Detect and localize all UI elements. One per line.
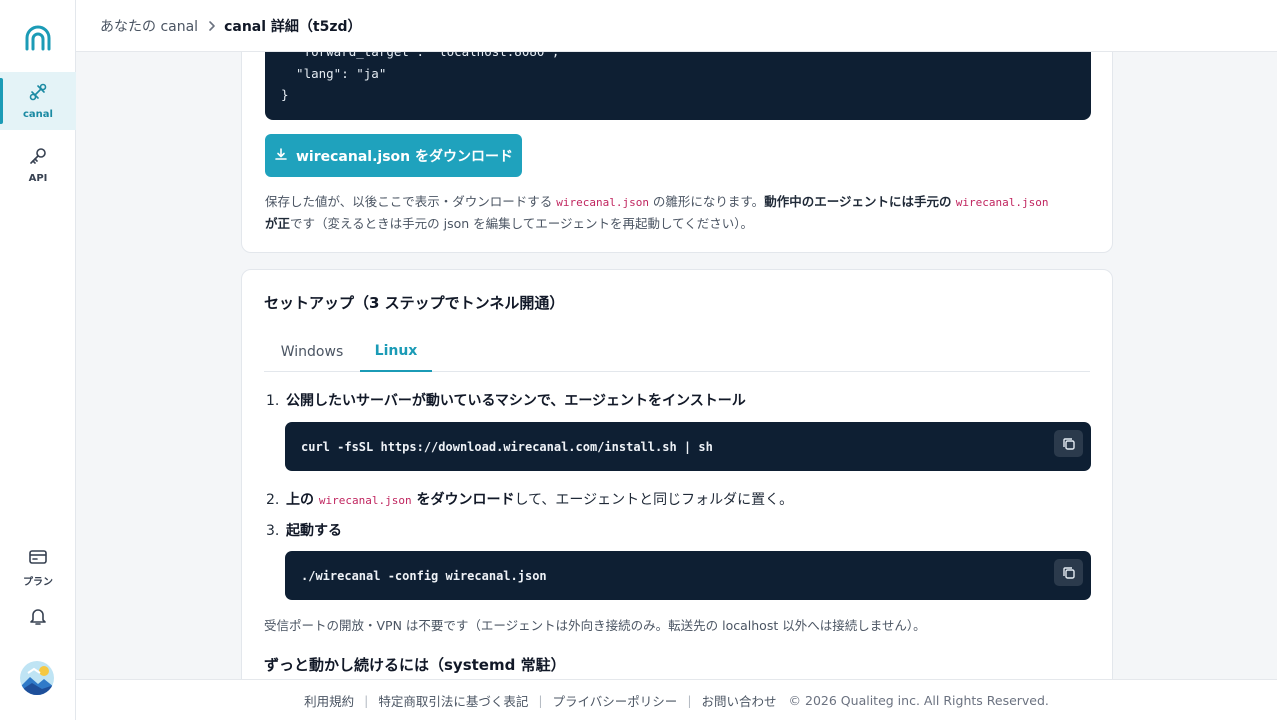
inline-filename: wirecanal.json xyxy=(556,196,649,209)
copy-icon xyxy=(1062,566,1075,579)
step-text: して、エージェントと同じフォルダに置く。 xyxy=(514,492,794,508)
note-text: の雛形になります。 xyxy=(648,194,765,209)
step-text: 上の xyxy=(286,492,319,508)
config-note: 保存した値が、以後ここで表示・ダウンロードする wirecanal.json の… xyxy=(265,191,1095,234)
footer-link-privacy[interactable]: プライバシーポリシー xyxy=(553,691,678,710)
step-text: 公開したいサーバーが動いているマシンで、エージェントをインストール xyxy=(286,393,746,409)
run-command-block: ./wirecanal -config wirecanal.json xyxy=(285,551,1091,600)
app-logo-icon[interactable] xyxy=(24,25,52,51)
credit-card-icon xyxy=(28,548,48,570)
breadcrumb: あなたの canal canal 詳細（t5zd） xyxy=(76,0,1277,52)
code-line: "forward_target": "localhost:8080", xyxy=(281,52,559,62)
main-content[interactable]: "forward_target": "localhost:8080", "lan… xyxy=(76,52,1277,679)
note-emphasis: が正 xyxy=(265,216,291,231)
tab-windows[interactable]: Windows xyxy=(264,332,360,372)
sidebar-item-label: canal xyxy=(23,109,53,120)
footer-separator: | xyxy=(364,692,369,708)
inline-filename: wirecanal.json xyxy=(955,196,1049,209)
footer: 利用規約 | 特定商取引法に基づく表記 | プライバシーポリシー | お問い合わ… xyxy=(76,679,1277,720)
setup-card: セットアップ（3 ステップでトンネル開通） Windows Linux 1. 公開… xyxy=(241,269,1113,679)
copy-install-command-button[interactable] xyxy=(1054,430,1083,457)
notification-bell[interactable] xyxy=(0,604,76,632)
sidebar-item-api[interactable]: API xyxy=(0,142,76,188)
note-emphasis: 動作中のエージェントには手元の xyxy=(764,194,956,209)
code-line: "lang": "ja" xyxy=(281,66,387,81)
inline-filename: wirecanal.json xyxy=(318,494,412,507)
copy-icon xyxy=(1062,437,1075,450)
config-card: "forward_target": "localhost:8080", "lan… xyxy=(241,52,1113,253)
footer-copyright: © 2026 Qualiteg inc. All Rights Reserved… xyxy=(788,692,1049,708)
page-title: canal 詳細（t5zd） xyxy=(224,18,362,35)
chevron-right-icon xyxy=(208,20,216,32)
command-text: ./wirecanal -config wirecanal.json xyxy=(301,568,547,583)
plug-icon xyxy=(28,82,48,106)
os-tabs: Windows Linux xyxy=(264,332,1090,372)
step-download: 2. 上の wirecanal.json をダウンロードして、エージェントと同じフ… xyxy=(266,489,793,509)
footer-link-contact[interactable]: お問い合わせ xyxy=(702,691,777,710)
sidebar-item-plan[interactable]: プラン xyxy=(0,545,76,591)
install-command-block: curl -fsSL https://download.wirecanal.co… xyxy=(285,422,1091,471)
bell-icon xyxy=(29,606,47,630)
command-text: curl -fsSL https://download.wirecanal.co… xyxy=(301,439,713,454)
copy-run-command-button[interactable] xyxy=(1054,559,1083,586)
setup-title: セットアップ（3 ステップでトンネル開通） xyxy=(264,294,565,312)
note-text: です（変えるときは手元の json を編集してエージェントを再起動してください）… xyxy=(290,216,754,231)
step-install: 1. 公開したいサーバーが動いているマシンで、エージェントをインストール xyxy=(266,390,746,410)
footer-link-commerce-law[interactable]: 特定商取引法に基づく表記 xyxy=(378,691,528,710)
download-icon xyxy=(274,147,288,165)
avatar[interactable] xyxy=(20,661,54,695)
sidebar: canal API プラン xyxy=(0,0,76,720)
footer-separator: | xyxy=(538,692,543,708)
footer-link-terms[interactable]: 利用規約 xyxy=(304,691,354,710)
sidebar-item-label: プラン xyxy=(23,577,53,588)
systemd-section-title: ずっと動かし続けるには（systemd 常駐） xyxy=(264,656,566,674)
download-label: wirecanal.json をダウンロード xyxy=(296,148,513,165)
step-text: をダウンロード xyxy=(411,492,515,508)
key-icon xyxy=(28,146,48,170)
step-text: 起動する xyxy=(286,523,342,539)
step-number: 2. xyxy=(266,492,280,508)
step-run: 3. 起動する xyxy=(266,520,342,540)
sidebar-item-canal[interactable]: canal xyxy=(0,72,76,130)
code-line: } xyxy=(281,87,289,102)
breadcrumb-parent-link[interactable]: あなたの canal xyxy=(100,16,198,36)
tab-linux[interactable]: Linux xyxy=(360,332,432,372)
port-note: 受信ポートの開放・VPN は不要です（エージェントは外向き接続のみ。転送先の l… xyxy=(264,618,926,633)
step-number: 1. xyxy=(266,393,280,409)
config-json-code: "forward_target": "localhost:8080", "lan… xyxy=(265,52,1091,120)
step-number: 3. xyxy=(266,523,280,539)
footer-separator: | xyxy=(687,692,692,708)
download-config-button[interactable]: wirecanal.json をダウンロード xyxy=(265,134,522,177)
sidebar-item-label: API xyxy=(28,173,48,184)
note-text: 保存した値が、以後ここで表示・ダウンロードする xyxy=(265,194,557,209)
